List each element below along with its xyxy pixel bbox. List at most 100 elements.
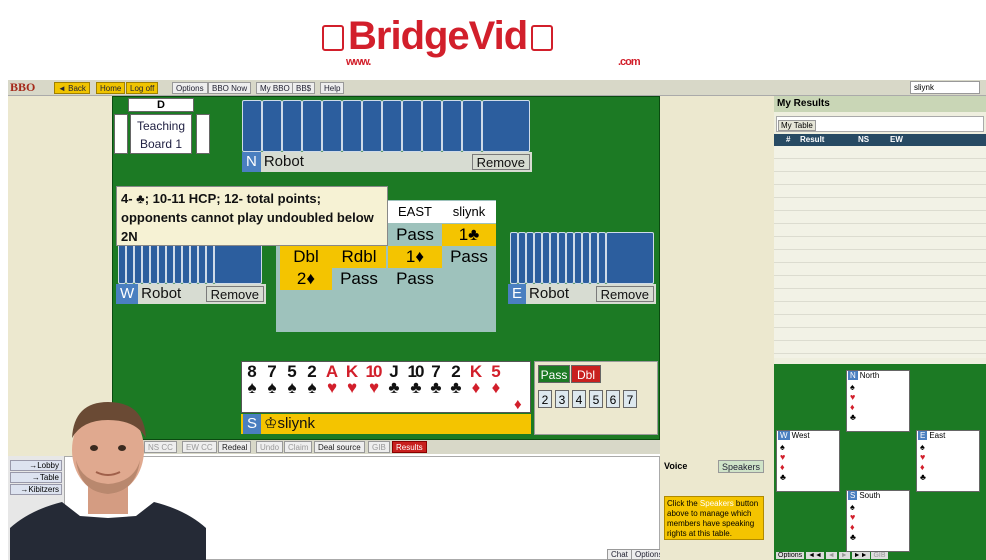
seat-south-badge: S — [243, 414, 262, 434]
voice-help-text: Click the Speakers button above to manag… — [664, 496, 764, 540]
results-grid — [774, 146, 986, 358]
gib-tab[interactable]: GIB — [368, 441, 390, 453]
west-remove-button[interactable]: Remove — [205, 286, 264, 302]
bid-call: Pass — [396, 269, 434, 288]
card-back — [606, 232, 654, 284]
bid-call: Pass — [340, 269, 378, 288]
level-2-button[interactable]: 2 — [538, 390, 552, 408]
card-back — [534, 232, 542, 284]
card-back — [402, 100, 422, 152]
mini-deal-viewer: N North ♠ ♥ ♦ ♣ W West ♠ ♥ ♦ ♣ E East ♠ ♥ ♦ ♣ S South… — [774, 364, 986, 560]
my-table-tab[interactable]: My Table — [778, 120, 816, 131]
card-back — [382, 100, 402, 152]
hand-card[interactable]: 5 ♦ — [486, 363, 506, 396]
card-back — [282, 100, 302, 152]
fast-forward-icon[interactable]: ►► — [851, 552, 870, 559]
logoff-button[interactable]: Log off — [126, 82, 159, 94]
step-back-icon[interactable]: ◄ — [825, 552, 837, 559]
hand-card[interactable]: 2 ♠ — [302, 363, 322, 396]
redeal-tab[interactable]: Redeal — [218, 441, 252, 453]
claim-tab[interactable]: Claim — [284, 441, 313, 453]
undo-tab[interactable]: Undo — [256, 441, 284, 453]
deal-source-tab[interactable]: Deal source — [314, 441, 365, 453]
north-hand — [242, 100, 532, 152]
card-back — [526, 232, 534, 284]
hand-card[interactable]: A ♥ — [322, 363, 342, 396]
west-player-name: Robot — [141, 285, 182, 302]
hand-card[interactable]: 2 ♣ — [446, 363, 466, 396]
card-back — [550, 232, 558, 284]
bid-call: 2♦ — [280, 268, 332, 290]
seat-north-badge: N — [242, 152, 261, 172]
card-back — [242, 100, 262, 152]
west-namebar: W Robot Remove — [116, 284, 266, 304]
speakers-button[interactable]: Speakers — [718, 460, 765, 473]
hand-card[interactable]: K ♥ — [342, 363, 362, 396]
cards-logo-icon — [322, 25, 344, 52]
diamond-icon: ♦ — [514, 396, 522, 413]
hand-card[interactable]: J ♣ — [384, 363, 404, 396]
level-6-button[interactable]: 6 — [606, 390, 620, 408]
mini-north: N North ♠ ♥ ♦ ♣ — [846, 370, 910, 432]
bb-dollars-button[interactable]: BB$ — [292, 82, 316, 94]
teaching-line-2: Board 1 — [139, 137, 183, 151]
mini-west: W West ♠ ♥ ♦ ♣ — [776, 430, 840, 492]
cards-logo-icon — [531, 25, 554, 52]
back-button[interactable]: ◄ Back — [54, 82, 90, 94]
level-5-button[interactable]: 5 — [589, 390, 603, 408]
east-remove-button[interactable]: Remove — [595, 286, 654, 302]
bid-call: Rdbl — [332, 246, 386, 268]
hand-card[interactable]: K ♦ — [466, 363, 486, 396]
dealer-indicator: D — [128, 98, 194, 112]
mini-options-button[interactable]: Options — [776, 552, 805, 559]
results-tab-bar: My Table — [776, 116, 984, 132]
options-button[interactable]: Options — [172, 82, 208, 94]
north-player-name: Robot — [263, 153, 304, 170]
card-back — [422, 100, 442, 152]
hand-card[interactable]: 10 ♣ — [404, 363, 426, 396]
my-bbo-button[interactable]: My BBO — [256, 82, 294, 94]
bid-header-south: sliynk — [442, 201, 496, 223]
card-back — [262, 100, 282, 152]
home-button[interactable]: Home — [96, 82, 126, 94]
bbo-now-button[interactable]: BBO Now — [208, 82, 252, 94]
mini-gib-button[interactable]: GIB — [871, 552, 888, 559]
hand-card[interactable]: 7 ♣ — [426, 363, 446, 396]
double-button[interactable]: Dbl — [571, 365, 601, 383]
logo-www: www. — [346, 56, 371, 68]
south-hand: 8 ♠ 7 ♠ 5 ♠ 2 ♠ A ♥ K ♥ 10 ♥ J ♣ 10 ♣ 7 ♣ 2 ♣ K ♦ 5 ♦… — [241, 361, 531, 413]
teaching-line-1: Teaching — [136, 119, 186, 133]
card-back — [302, 100, 322, 152]
east-namebar: E Robot Remove — [508, 284, 656, 304]
hand-card[interactable]: 5 ♠ — [282, 363, 302, 396]
hand-card[interactable]: 10 ♥ — [362, 363, 384, 396]
card-back — [342, 100, 362, 152]
presenter-webcam — [10, 402, 206, 560]
chat-button[interactable]: Chat — [607, 549, 632, 560]
teaching-bracket-right — [196, 114, 210, 154]
bid-call: Dbl — [280, 246, 332, 268]
north-remove-button[interactable]: Remove — [471, 154, 530, 170]
hand-card[interactable]: 7 ♠ — [262, 363, 282, 396]
help-button[interactable]: Help — [320, 82, 345, 94]
level-3-button[interactable]: 3 — [555, 390, 569, 408]
south-player-name: sliynk — [277, 415, 315, 432]
middle-right-panel — [660, 96, 774, 456]
level-4-button[interactable]: 4 — [572, 390, 586, 408]
bid-call: Pass — [450, 247, 488, 266]
voice-label: Voice — [664, 461, 688, 471]
level-7-button[interactable]: 7 — [623, 390, 637, 408]
rewind-icon[interactable]: ◄◄ — [806, 552, 824, 559]
card-back — [582, 232, 590, 284]
step-forward-icon[interactable]: ► — [838, 552, 850, 559]
crown-icon: ♔ — [264, 415, 278, 432]
pass-button[interactable]: Pass — [538, 365, 570, 383]
hand-card[interactable]: 8 ♠ — [242, 363, 262, 396]
bid-header-east: EAST — [388, 201, 442, 223]
card-back — [518, 232, 526, 284]
teaching-bracket-left — [114, 114, 128, 154]
seat-east-badge: E — [508, 284, 527, 304]
results-tab[interactable]: Results — [392, 441, 427, 453]
username-field[interactable]: sliynk — [910, 81, 980, 94]
card-back — [362, 100, 382, 152]
